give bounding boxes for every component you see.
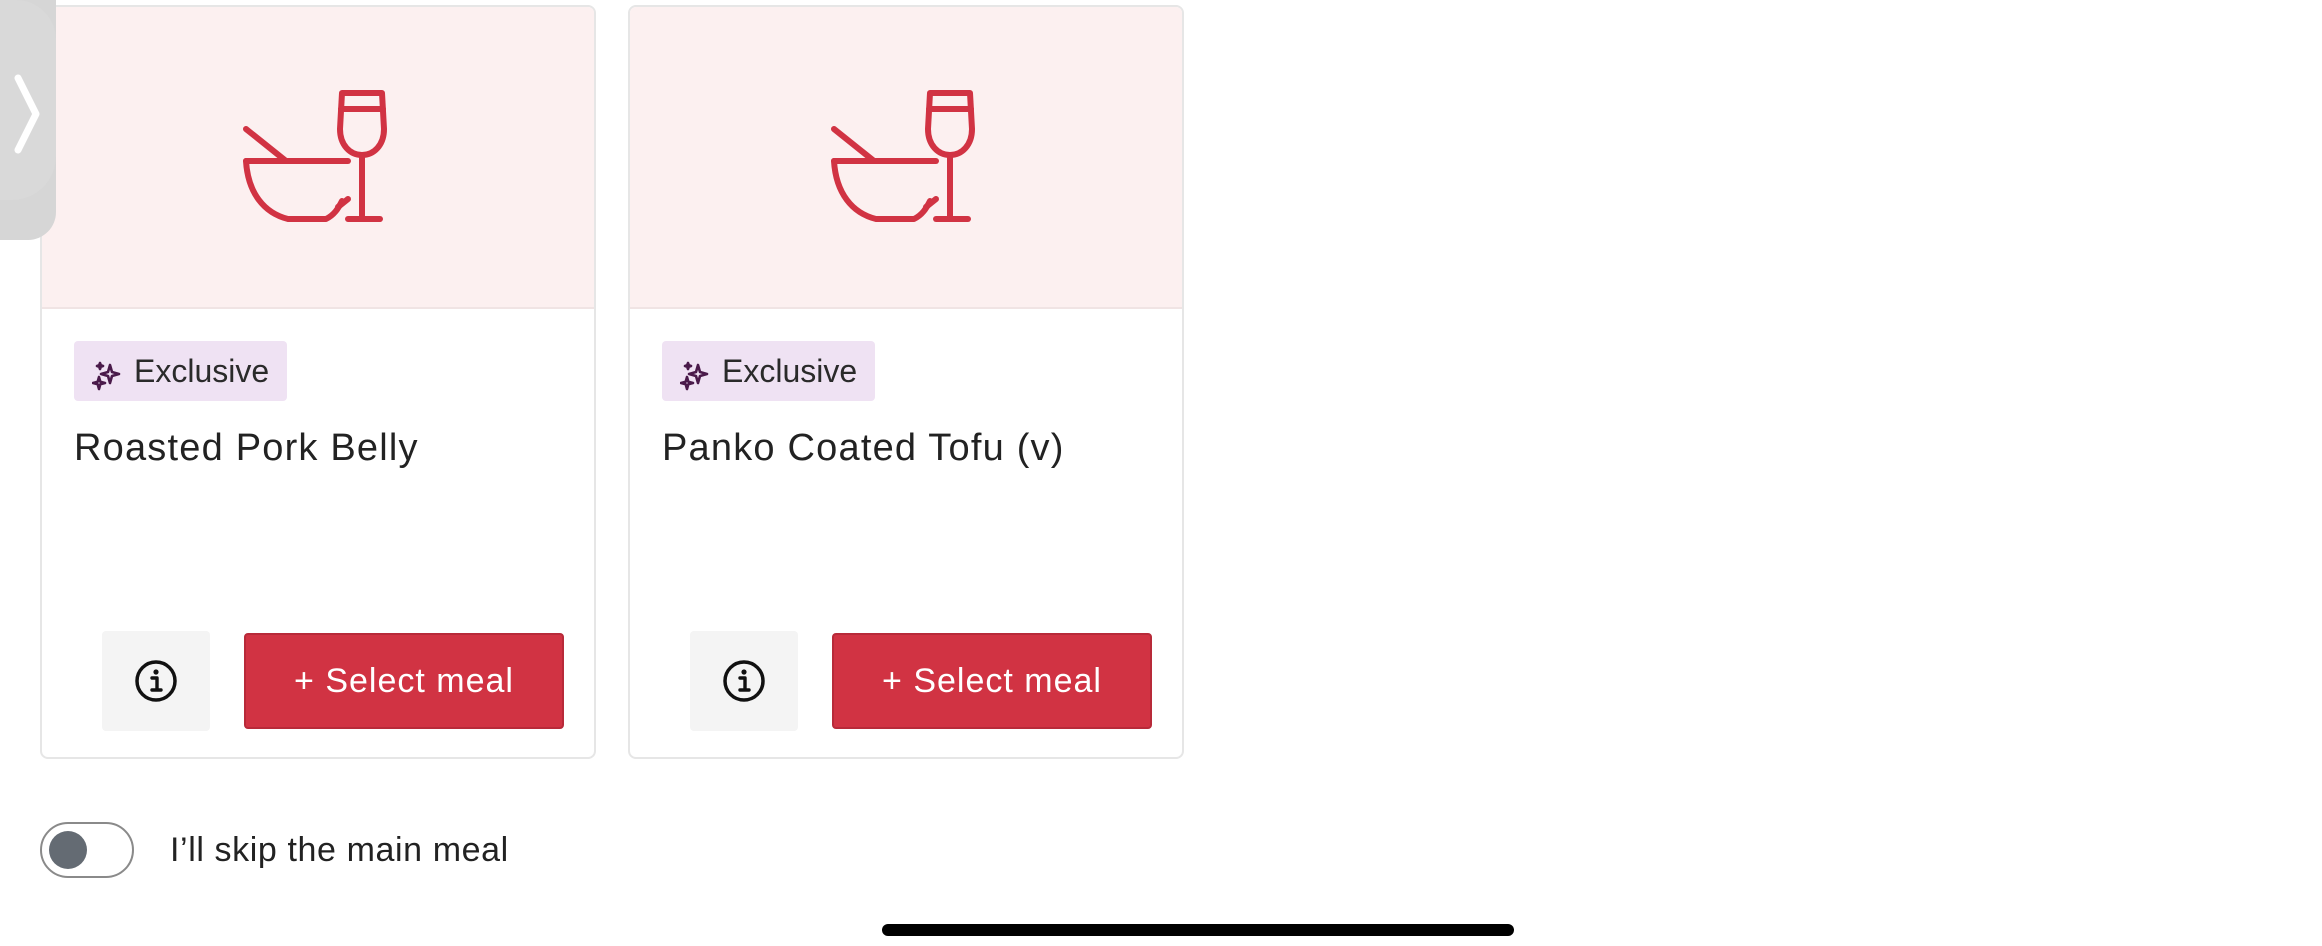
meal-info-button[interactable] (102, 631, 210, 731)
meal-selection-page: Exclusive Roasted Pork Belly + Select me… (0, 0, 2322, 946)
side-panel-tab[interactable] (0, 0, 56, 240)
meal-image (630, 7, 1182, 309)
info-icon (135, 660, 177, 702)
skip-main-meal-label: I’ll skip the main meal (170, 830, 509, 869)
select-meal-button[interactable]: + Select meal (244, 633, 564, 729)
skip-main-meal-toggle[interactable] (40, 822, 134, 878)
meal-name: Roasted Pork Belly (74, 427, 419, 469)
meal-image (42, 7, 594, 309)
skip-main-meal-row: I’ll skip the main meal (40, 822, 509, 878)
home-indicator (882, 924, 1514, 936)
bowl-and-wine-glass-icon (831, 90, 975, 222)
meal-card: Exclusive Panko Coated Tofu (v) + Select… (628, 5, 1184, 759)
sparkles-icon (680, 361, 709, 391)
badge-label: Exclusive (722, 352, 858, 389)
bowl-and-wine-glass-icon (243, 90, 387, 222)
chevron-right-icon (14, 74, 40, 154)
exclusive-badge: Exclusive (74, 341, 288, 401)
exclusive-badge: Exclusive (662, 341, 876, 401)
info-icon (723, 660, 765, 702)
meal-info-button[interactable] (690, 631, 798, 731)
toggle-knob (49, 831, 87, 869)
meal-card: Exclusive Roasted Pork Belly + Select me… (40, 5, 596, 759)
badge-label: Exclusive (134, 352, 270, 389)
meal-name: Panko Coated Tofu (v) (662, 427, 1065, 469)
sparkles-icon (92, 361, 121, 391)
select-meal-button[interactable]: + Select meal (832, 633, 1152, 729)
